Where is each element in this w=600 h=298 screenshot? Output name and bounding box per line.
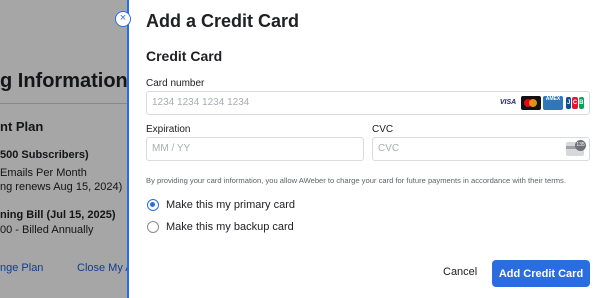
card-number-label: Card number bbox=[146, 78, 205, 89]
card-number-input[interactable]: 1234 1234 1234 1234 VISA AMEX JCB bbox=[146, 91, 590, 115]
card-number-placeholder: 1234 1234 1234 1234 bbox=[152, 97, 250, 108]
primary-card-label: Make this my primary card bbox=[166, 199, 295, 211]
amex-icon: AMEX bbox=[543, 96, 563, 110]
expiration-input[interactable]: MM / YY bbox=[146, 137, 364, 161]
expiration-placeholder: MM / YY bbox=[152, 143, 191, 154]
add-credit-card-modal: Add a Credit Card Credit Card Card numbe… bbox=[127, 0, 600, 298]
backup-card-radio[interactable] bbox=[147, 221, 159, 233]
authorization-disclaimer: By providing your card information, you … bbox=[146, 176, 566, 185]
cancel-button[interactable]: Cancel bbox=[443, 266, 477, 278]
backup-card-option[interactable]: Make this my backup card bbox=[147, 221, 294, 233]
primary-card-option[interactable]: Make this my primary card bbox=[147, 199, 295, 211]
primary-card-radio[interactable] bbox=[147, 199, 159, 211]
cvc-label: CVC bbox=[372, 124, 394, 135]
card-brand-logos: VISA AMEX JCB bbox=[497, 96, 585, 110]
modal-title: Add a Credit Card bbox=[146, 11, 300, 31]
mastercard-icon bbox=[521, 96, 541, 110]
add-credit-card-button[interactable]: Add Credit Card bbox=[492, 260, 590, 287]
cvc-input[interactable]: CVC 135 bbox=[372, 137, 590, 161]
cvc-placeholder: CVC bbox=[378, 143, 400, 154]
backup-card-label: Make this my backup card bbox=[166, 221, 294, 233]
section-title: Credit Card bbox=[146, 48, 223, 64]
jcb-icon: JCB bbox=[565, 96, 585, 110]
close-icon[interactable]: × bbox=[115, 11, 131, 27]
cvc-card-icon: 135 bbox=[566, 140, 586, 156]
expiration-label: Expiration bbox=[146, 124, 191, 135]
visa-icon: VISA bbox=[497, 96, 519, 110]
modal-backdrop[interactable] bbox=[0, 0, 128, 298]
